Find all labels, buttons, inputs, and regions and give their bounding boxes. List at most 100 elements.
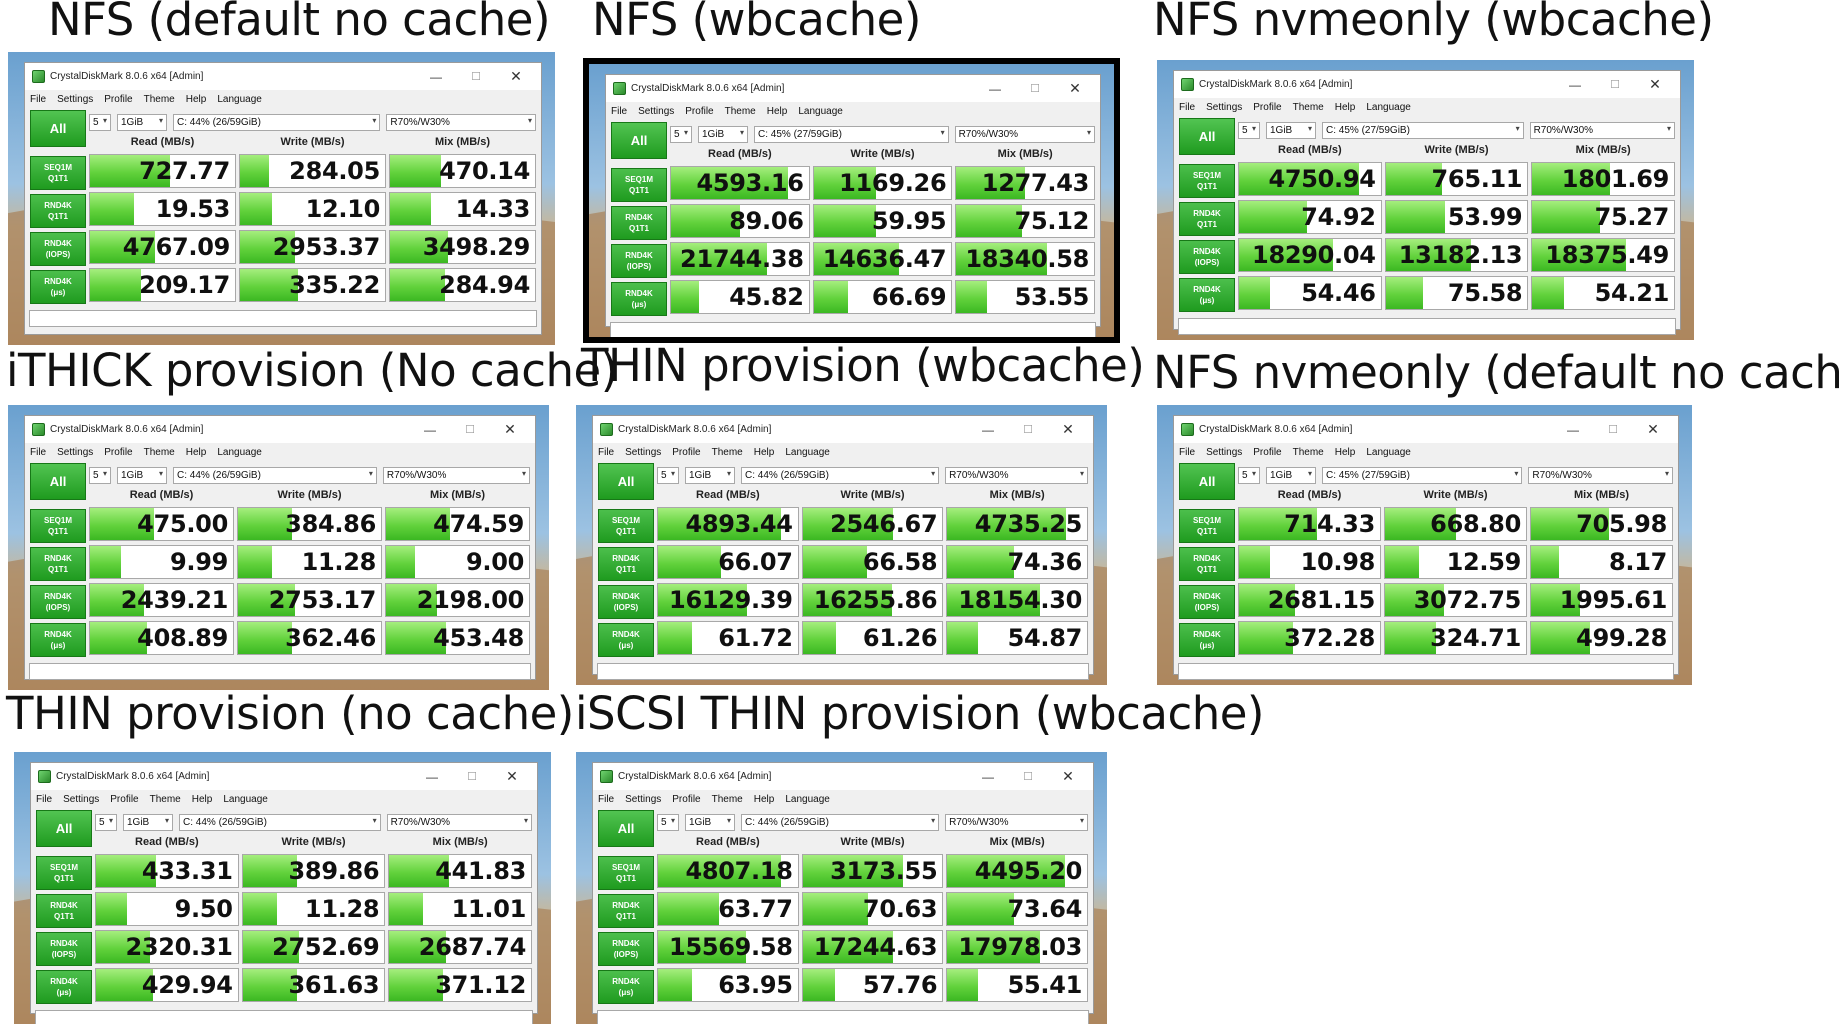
- close-icon[interactable]: ✕: [491, 416, 529, 443]
- menu-item-settings[interactable]: Settings: [625, 794, 661, 805]
- menu-item-theme[interactable]: Theme: [712, 794, 743, 805]
- menu-item-help[interactable]: Help: [754, 447, 775, 458]
- test-count-select[interactable]: 5 ▾: [670, 125, 692, 143]
- menu-item-help[interactable]: Help: [186, 94, 207, 105]
- menu-item-help[interactable]: Help: [186, 447, 207, 458]
- all-button[interactable]: All: [36, 810, 92, 847]
- menu-item-settings[interactable]: Settings: [638, 106, 674, 117]
- minimize-icon[interactable]: —: [976, 75, 1014, 102]
- menu-item-language[interactable]: Language: [1366, 102, 1411, 113]
- maximize-icon[interactable]: ☐: [1596, 71, 1634, 98]
- close-icon[interactable]: ✕: [1634, 416, 1672, 443]
- menu-item-language[interactable]: Language: [785, 794, 830, 805]
- menu-item-theme[interactable]: Theme: [144, 94, 175, 105]
- mix-ratio-select[interactable]: R70%/W30% ▾: [382, 466, 530, 484]
- mix-ratio-select[interactable]: R70%/W30% ▾: [386, 813, 532, 831]
- menu-item-language[interactable]: Language: [223, 794, 268, 805]
- test-size-select[interactable]: 1GiB ▾: [685, 466, 735, 484]
- menu-item-file[interactable]: File: [611, 106, 627, 117]
- menu-item-help[interactable]: Help: [754, 794, 775, 805]
- menu-item-file[interactable]: File: [598, 447, 614, 458]
- close-icon[interactable]: ✕: [497, 63, 535, 90]
- close-icon[interactable]: ✕: [1636, 71, 1674, 98]
- drive-select[interactable]: C: 44% (26/59GiB) ▾: [741, 466, 940, 484]
- test-size-select[interactable]: 1GiB ▾: [117, 466, 167, 484]
- menu-item-settings[interactable]: Settings: [57, 94, 93, 105]
- menu-item-theme[interactable]: Theme: [144, 447, 175, 458]
- drive-select[interactable]: C: 45% (27/59GiB) ▾: [754, 125, 949, 143]
- maximize-icon[interactable]: ☐: [451, 416, 489, 443]
- all-button[interactable]: All: [1179, 118, 1235, 155]
- menu-item-settings[interactable]: Settings: [1206, 102, 1242, 113]
- drive-select[interactable]: C: 45% (27/59GiB) ▾: [1322, 466, 1523, 484]
- mix-ratio-select[interactable]: R70%/W30% ▾: [945, 813, 1088, 831]
- minimize-icon[interactable]: —: [969, 763, 1007, 790]
- mix-ratio-select[interactable]: R70%/W30% ▾: [1529, 121, 1675, 139]
- menu-item-file[interactable]: File: [1179, 102, 1195, 113]
- menu-item-file[interactable]: File: [1179, 447, 1195, 458]
- menu-item-file[interactable]: File: [36, 794, 52, 805]
- menu-item-help[interactable]: Help: [767, 106, 788, 117]
- comment-field[interactable]: [35, 1010, 533, 1024]
- maximize-icon[interactable]: ☐: [1016, 75, 1054, 102]
- menu-item-help[interactable]: Help: [1335, 447, 1356, 458]
- menu-item-language[interactable]: Language: [785, 447, 830, 458]
- minimize-icon[interactable]: —: [1554, 416, 1592, 443]
- test-size-select[interactable]: 1GiB ▾: [1266, 466, 1316, 484]
- drive-select[interactable]: C: 44% (26/59GiB) ▾: [741, 813, 940, 831]
- menu-item-language[interactable]: Language: [1366, 447, 1411, 458]
- maximize-icon[interactable]: ☐: [457, 63, 495, 90]
- close-icon[interactable]: ✕: [493, 763, 531, 790]
- menu-item-theme[interactable]: Theme: [712, 447, 743, 458]
- menu-item-theme[interactable]: Theme: [725, 106, 756, 117]
- test-count-select[interactable]: 5 ▾: [657, 466, 679, 484]
- all-button[interactable]: All: [611, 122, 667, 159]
- close-icon[interactable]: ✕: [1056, 75, 1094, 102]
- comment-field[interactable]: [29, 663, 531, 680]
- minimize-icon[interactable]: —: [411, 416, 449, 443]
- all-button[interactable]: All: [598, 463, 654, 500]
- minimize-icon[interactable]: —: [1556, 71, 1594, 98]
- all-button[interactable]: All: [30, 110, 86, 147]
- comment-field[interactable]: [1178, 663, 1674, 680]
- drive-select[interactable]: C: 44% (26/59GiB) ▾: [173, 113, 381, 131]
- menu-item-settings[interactable]: Settings: [57, 447, 93, 458]
- mix-ratio-select[interactable]: R70%/W30% ▾: [1528, 466, 1673, 484]
- close-icon[interactable]: ✕: [1049, 416, 1087, 443]
- test-size-select[interactable]: 1GiB ▾: [1266, 121, 1316, 139]
- menu-item-profile[interactable]: Profile: [672, 794, 700, 805]
- comment-field[interactable]: [29, 310, 537, 327]
- menu-item-file[interactable]: File: [598, 794, 614, 805]
- test-count-select[interactable]: 5 ▾: [1238, 466, 1260, 484]
- all-button[interactable]: All: [598, 810, 654, 847]
- test-count-select[interactable]: 5 ▾: [657, 813, 679, 831]
- menu-item-file[interactable]: File: [30, 94, 46, 105]
- test-size-select[interactable]: 1GiB ▾: [685, 813, 735, 831]
- all-button[interactable]: All: [30, 463, 86, 500]
- menu-item-settings[interactable]: Settings: [1206, 447, 1242, 458]
- menu-item-profile[interactable]: Profile: [104, 94, 132, 105]
- maximize-icon[interactable]: ☐: [1009, 763, 1047, 790]
- comment-field[interactable]: [610, 322, 1096, 337]
- menu-item-profile[interactable]: Profile: [1253, 447, 1281, 458]
- drive-select[interactable]: C: 44% (26/59GiB) ▾: [173, 466, 377, 484]
- test-size-select[interactable]: 1GiB ▾: [117, 113, 167, 131]
- menu-item-language[interactable]: Language: [217, 447, 262, 458]
- menu-item-theme[interactable]: Theme: [1293, 447, 1324, 458]
- mix-ratio-select[interactable]: R70%/W30% ▾: [386, 113, 536, 131]
- test-size-select[interactable]: 1GiB ▾: [123, 813, 173, 831]
- minimize-icon[interactable]: —: [417, 63, 455, 90]
- menu-item-profile[interactable]: Profile: [1253, 102, 1281, 113]
- menu-item-settings[interactable]: Settings: [625, 447, 661, 458]
- menu-item-profile[interactable]: Profile: [110, 794, 138, 805]
- menu-item-profile[interactable]: Profile: [672, 447, 700, 458]
- maximize-icon[interactable]: ☐: [1009, 416, 1047, 443]
- close-icon[interactable]: ✕: [1049, 763, 1087, 790]
- mix-ratio-select[interactable]: R70%/W30% ▾: [945, 466, 1088, 484]
- menu-item-theme[interactable]: Theme: [150, 794, 181, 805]
- all-button[interactable]: All: [1179, 463, 1235, 500]
- minimize-icon[interactable]: —: [969, 416, 1007, 443]
- minimize-icon[interactable]: —: [413, 763, 451, 790]
- maximize-icon[interactable]: ☐: [453, 763, 491, 790]
- test-count-select[interactable]: 5 ▾: [89, 113, 111, 131]
